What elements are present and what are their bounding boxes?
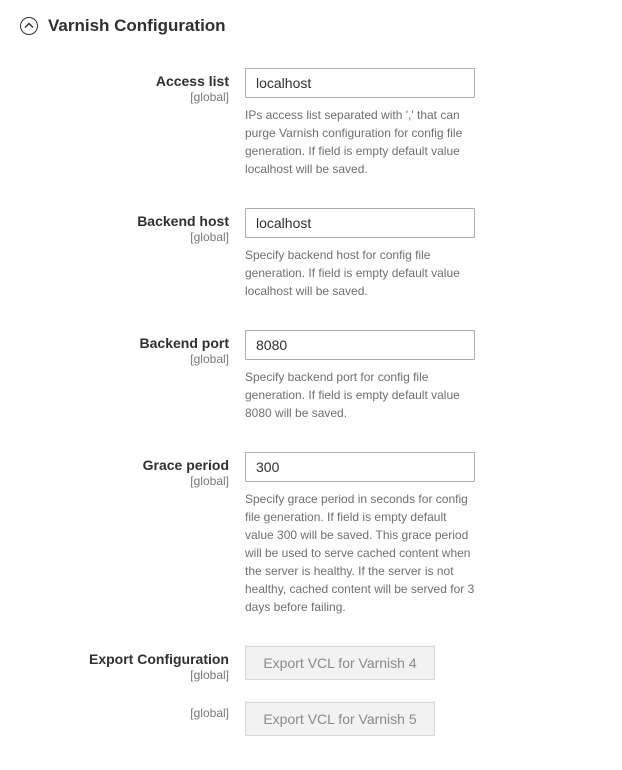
backend-port-help: Specify backend port for config file gen… xyxy=(245,368,475,422)
access-list-help: IPs access list separated with ',' that … xyxy=(245,106,475,178)
label-col: Export Configuration [global] xyxy=(20,646,245,684)
input-col: Export VCL for Varnish 5 xyxy=(245,702,475,736)
export-varnish-4-button[interactable]: Export VCL for Varnish 4 xyxy=(245,646,435,680)
input-col: IPs access list separated with ',' that … xyxy=(245,68,475,178)
grace-period-input[interactable] xyxy=(245,452,475,482)
grace-period-help: Specify grace period in seconds for conf… xyxy=(245,490,475,616)
label-col: Backend port [global] xyxy=(20,330,245,368)
backend-host-scope: [global] xyxy=(20,230,229,246)
export-varnish-5-button[interactable]: Export VCL for Varnish 5 xyxy=(245,702,435,736)
grace-period-label: Grace period xyxy=(20,456,229,474)
export-config-label: Export Configuration xyxy=(20,650,229,668)
backend-port-row: Backend port [global] Specify backend po… xyxy=(20,330,602,422)
access-list-scope: [global] xyxy=(20,90,229,106)
label-col: Access list [global] xyxy=(20,68,245,106)
export-config-scope: [global] xyxy=(20,668,229,684)
grace-period-scope: [global] xyxy=(20,474,229,490)
label-col: Backend host [global] xyxy=(20,208,245,246)
input-col: Specify backend host for config file gen… xyxy=(245,208,475,300)
access-list-label: Access list xyxy=(20,72,229,90)
backend-port-scope: [global] xyxy=(20,352,229,368)
access-list-input[interactable] xyxy=(245,68,475,98)
section-header: Varnish Configuration xyxy=(20,16,602,36)
export-config5-row: [global] Export VCL for Varnish 5 xyxy=(20,702,602,736)
section-title: Varnish Configuration xyxy=(48,16,226,36)
backend-host-row: Backend host [global] Specify backend ho… xyxy=(20,208,602,300)
input-col: Specify grace period in seconds for conf… xyxy=(245,452,475,616)
export-config5-scope: [global] xyxy=(20,706,229,722)
chevron-up-icon xyxy=(24,21,34,31)
collapse-icon[interactable] xyxy=(20,17,38,35)
backend-host-label: Backend host xyxy=(20,212,229,230)
input-col: Specify backend port for config file gen… xyxy=(245,330,475,422)
backend-port-input[interactable] xyxy=(245,330,475,360)
input-col: Export VCL for Varnish 4 xyxy=(245,646,475,680)
backend-port-label: Backend port xyxy=(20,334,229,352)
backend-host-input[interactable] xyxy=(245,208,475,238)
label-col: Grace period [global] xyxy=(20,452,245,490)
export-config-row: Export Configuration [global] Export VCL… xyxy=(20,646,602,684)
access-list-row: Access list [global] IPs access list sep… xyxy=(20,68,602,178)
backend-host-help: Specify backend host for config file gen… xyxy=(245,246,475,300)
grace-period-row: Grace period [global] Specify grace peri… xyxy=(20,452,602,616)
